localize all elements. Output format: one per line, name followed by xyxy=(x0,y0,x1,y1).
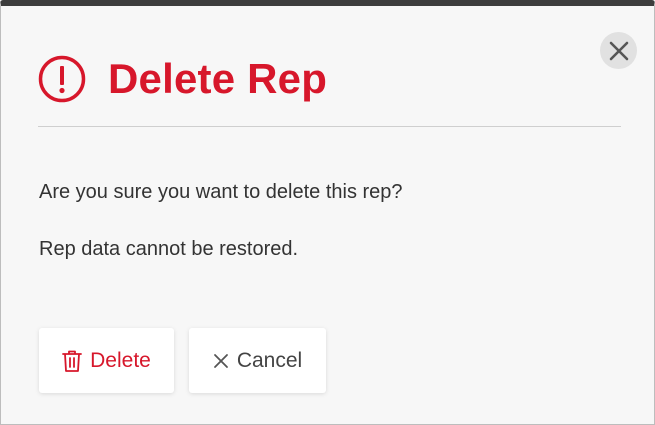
cancel-button[interactable]: Cancel xyxy=(189,328,326,393)
dialog-header: Delete Rep xyxy=(38,55,327,103)
dialog-title: Delete Rep xyxy=(108,55,328,102)
delete-rep-dialog: Delete Rep Are you sure you want to dele… xyxy=(0,0,655,425)
delete-button[interactable]: Delete xyxy=(39,328,174,393)
confirm-message: Are you sure you want to delete this rep… xyxy=(39,181,403,203)
x-icon xyxy=(213,353,229,369)
close-button[interactable] xyxy=(600,32,637,69)
alert-circle-icon xyxy=(38,55,86,103)
warning-message: Rep data cannot be restored. xyxy=(39,238,299,260)
cancel-button-label: Cancel xyxy=(236,348,303,372)
trash-icon xyxy=(62,349,83,373)
delete-button-label: Delete xyxy=(90,348,151,372)
close-icon xyxy=(609,41,629,61)
header-divider xyxy=(38,126,621,127)
